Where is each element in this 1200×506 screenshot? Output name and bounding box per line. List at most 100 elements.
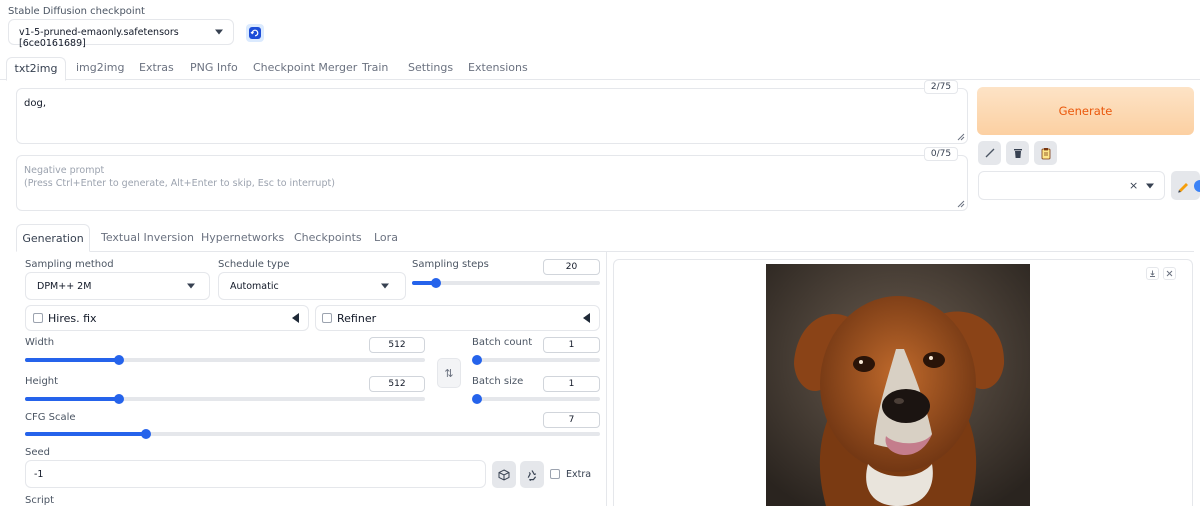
schedule-type-value: Automatic	[230, 281, 279, 292]
dog-image-icon	[766, 264, 1030, 506]
download-button[interactable]	[1146, 267, 1159, 280]
close-icon	[1166, 270, 1173, 277]
seed-value: -1	[34, 469, 44, 480]
slider-thumb[interactable]	[114, 355, 124, 365]
batch-count-slider[interactable]	[472, 355, 600, 365]
negative-token-counter: 0/75	[924, 147, 958, 161]
resize-handle-icon[interactable]	[957, 200, 965, 208]
generate-button[interactable]: Generate	[977, 87, 1194, 135]
tab-txt2img[interactable]: txt2img	[6, 57, 66, 81]
seed-input[interactable]: -1	[25, 460, 486, 488]
scroll-indicator-icon	[1194, 180, 1200, 192]
tab-png-info[interactable]: PNG Info	[180, 57, 248, 79]
read-params-button[interactable]	[978, 141, 1001, 165]
expand-arrow-icon[interactable]	[583, 313, 590, 323]
resize-handle-icon[interactable]	[957, 133, 965, 141]
tab-lora[interactable]: Lora	[364, 226, 408, 250]
refiner-label: Refiner	[337, 312, 377, 325]
generated-image[interactable]	[766, 264, 1030, 506]
reuse-seed-button[interactable]	[520, 461, 544, 488]
slider-fill	[25, 432, 146, 436]
seed-extra-checkbox[interactable]	[550, 469, 560, 479]
clear-prompt-button[interactable]	[1006, 141, 1029, 165]
schedule-type-dropdown[interactable]: Automatic	[218, 272, 406, 300]
chevron-down-icon	[381, 283, 389, 289]
hires-fix-checkbox[interactable]	[33, 313, 43, 323]
chevron-down-icon	[215, 29, 223, 35]
tab-extras[interactable]: Extras	[129, 57, 184, 79]
prompt-token-counter: 2/75	[924, 80, 958, 94]
batch-count-label: Batch count	[472, 337, 533, 348]
checkpoint-value: v1-5-pruned-emaonly.safetensors [6ce0161…	[19, 27, 179, 49]
tab-textual-inversion[interactable]: Textual Inversion	[91, 226, 204, 250]
main-tabs: txt2img img2img Extras PNG Info Checkpoi…	[6, 57, 706, 81]
refiner-accordion[interactable]: Refiner	[315, 305, 600, 331]
clear-styles-icon[interactable]: ×	[1129, 179, 1138, 192]
sampling-method-dropdown[interactable]: DPM++ 2M	[25, 272, 210, 300]
slider-fill	[25, 358, 119, 362]
tab-checkpoints[interactable]: Checkpoints	[284, 226, 372, 250]
tab-img2img[interactable]: img2img	[66, 57, 135, 79]
slider-thumb[interactable]	[431, 278, 442, 288]
tab-train[interactable]: Train	[352, 57, 398, 79]
generate-label: Generate	[1058, 104, 1113, 118]
checkpoint-label: Stable Diffusion checkpoint	[8, 6, 145, 17]
sampling-method-value: DPM++ 2M	[37, 281, 92, 292]
schedule-type-label: Schedule type	[218, 259, 290, 270]
slider-thumb[interactable]	[472, 394, 482, 404]
tab-hypernetworks[interactable]: Hypernetworks	[191, 226, 294, 250]
swap-arrows-icon: ⇅	[444, 366, 454, 380]
checkpoint-dropdown[interactable]: v1-5-pruned-emaonly.safetensors [6ce0161…	[8, 19, 234, 49]
slider-thumb[interactable]	[114, 394, 124, 404]
hires-fix-label: Hires. fix	[48, 312, 97, 325]
cfg-scale-label: CFG Scale	[25, 412, 76, 423]
edit-styles-button[interactable]	[1171, 171, 1200, 200]
width-slider[interactable]	[25, 355, 425, 365]
clipboard-icon	[1041, 147, 1050, 159]
random-seed-button[interactable]	[492, 461, 516, 488]
sampling-steps-slider[interactable]	[412, 278, 600, 288]
pencil-line-icon	[985, 148, 994, 158]
height-slider[interactable]	[25, 394, 425, 404]
refresh-checkpoint-button[interactable]	[246, 24, 264, 42]
sub-tabs: Generation Textual Inversion Hypernetwor…	[16, 224, 516, 252]
refresh-icon	[249, 27, 261, 39]
batch-count-input[interactable]: 1	[543, 337, 600, 353]
negative-prompt-input[interactable]: Negative prompt (Press Ctrl+Enter to gen…	[16, 155, 968, 211]
cfg-scale-slider[interactable]	[25, 429, 600, 439]
sampling-steps-label: Sampling steps	[412, 259, 489, 270]
slider-thumb[interactable]	[140, 429, 151, 439]
dice-icon	[498, 468, 510, 481]
download-icon	[1150, 270, 1155, 277]
hires-fix-accordion[interactable]: Hires. fix	[25, 305, 309, 331]
recycle-icon	[527, 469, 537, 481]
sampling-method-label: Sampling method	[25, 259, 114, 270]
tab-generation[interactable]: Generation	[16, 224, 90, 252]
seed-extra-label: Extra	[566, 469, 592, 480]
expand-arrow-icon[interactable]	[292, 313, 299, 323]
seed-label: Seed	[25, 447, 50, 458]
pencil-icon	[1177, 182, 1188, 193]
tab-settings[interactable]: Settings	[398, 57, 463, 79]
tab-checkpoint-merger[interactable]: Checkpoint Merger	[243, 57, 367, 79]
prompt-input[interactable]: dog,	[16, 88, 968, 144]
chevron-down-icon	[187, 283, 195, 289]
sampling-steps-input[interactable]: 20	[543, 259, 600, 275]
cfg-scale-input[interactable]: 7	[543, 412, 600, 428]
width-label: Width	[25, 337, 55, 348]
paste-button[interactable]	[1034, 141, 1057, 165]
height-input[interactable]: 512	[369, 376, 425, 392]
swap-dimensions-button[interactable]: ⇅	[437, 358, 461, 388]
refiner-checkbox[interactable]	[322, 313, 332, 323]
slider-fill	[25, 397, 119, 401]
tab-extensions[interactable]: Extensions	[458, 57, 538, 79]
trash-icon	[1013, 149, 1022, 158]
negative-prompt-placeholder: Negative prompt	[24, 165, 105, 176]
chevron-down-icon	[1146, 183, 1154, 188]
width-input[interactable]: 512	[369, 337, 425, 353]
batch-size-slider[interactable]	[472, 394, 600, 404]
styles-dropdown[interactable]: ×	[978, 171, 1165, 200]
close-gallery-button[interactable]	[1163, 267, 1176, 280]
batch-size-input[interactable]: 1	[543, 376, 600, 392]
slider-thumb[interactable]	[472, 355, 482, 365]
